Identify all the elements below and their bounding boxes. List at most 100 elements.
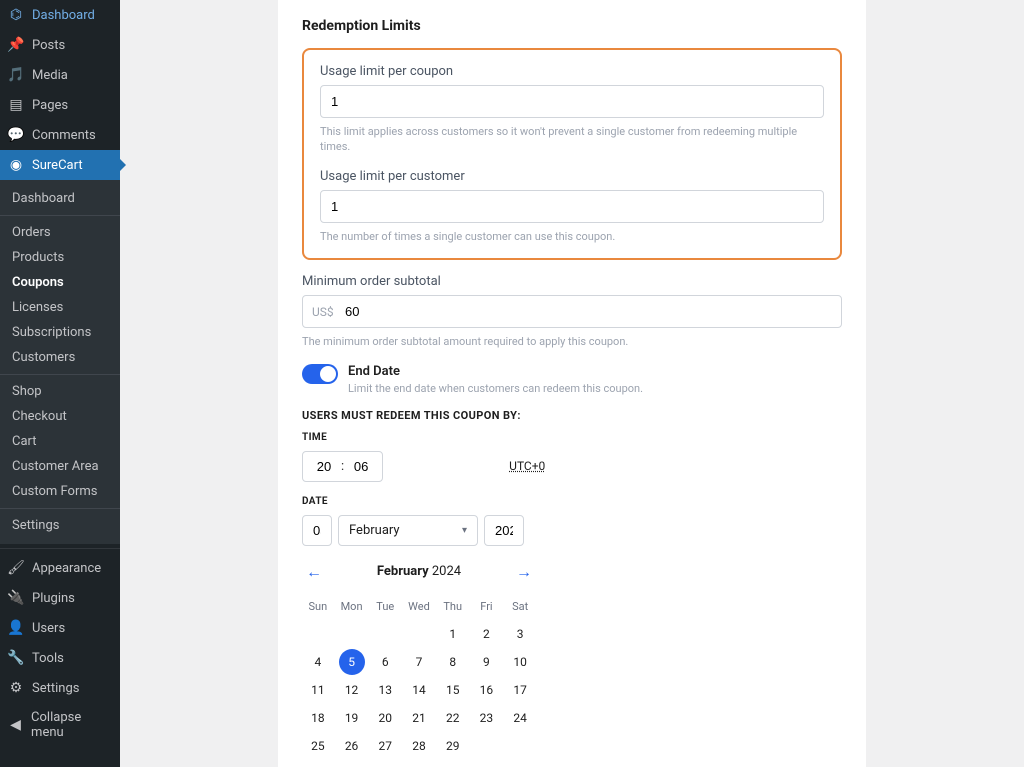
comment-icon: 💬: [8, 127, 24, 143]
sidebar-item-settings[interactable]: ⚙Settings: [0, 673, 120, 703]
sidebar-item-tools[interactable]: 🔧 Tools: [0, 643, 120, 673]
sidebar-item-label: Tools: [32, 651, 64, 666]
media-icon: 🎵: [8, 67, 24, 83]
usage-customer-input[interactable]: [320, 190, 824, 223]
calendar-day[interactable]: 14: [406, 677, 432, 703]
admin-sidebar: ⌬Dashboard 📌 Posts 🎵Media▤Pages 💬 Comments ◉Su…: [0, 0, 120, 767]
submenu-item-customers[interactable]: Customers: [0, 345, 120, 370]
calendar-dow: Thu: [437, 594, 469, 619]
surecart-submenu: Dashboard OrdersProductsCouponsLicensesSu…: [0, 180, 120, 544]
calendar-dow: Mon: [336, 594, 368, 619]
submenu-item-subscriptions[interactable]: Subscriptions: [0, 320, 120, 345]
date-year-input[interactable]: [484, 515, 524, 546]
brush-icon: 🖌: [8, 560, 24, 576]
time-input-box: :: [302, 451, 383, 482]
calendar-day[interactable]: 28: [406, 733, 432, 759]
calendar-day[interactable]: 10: [507, 649, 533, 675]
sidebar-item-plugins[interactable]: 🔌Plugins: [0, 583, 120, 613]
calendar-day[interactable]: 17: [507, 677, 533, 703]
calendar-day[interactable]: 8: [440, 649, 466, 675]
sidebar-item-dashboard[interactable]: ⌬Dashboard: [0, 0, 120, 30]
sidebar-item-appearance[interactable]: 🖌 Appearance: [0, 553, 120, 583]
calendar-day[interactable]: 21: [406, 705, 432, 731]
calendar-dow: Tue: [369, 594, 401, 619]
submenu-item-shop[interactable]: Shop: [0, 379, 120, 404]
calendar-title: February 2024: [377, 564, 461, 579]
sidebar-item-pages[interactable]: ▤Pages: [0, 90, 120, 120]
submenu-item-orders[interactable]: Orders: [0, 220, 120, 245]
sidebar-item-collapse-menu[interactable]: ◀Collapse menu: [0, 703, 120, 747]
sidebar-item-label: Dashboard: [32, 8, 95, 23]
calendar-day[interactable]: 13: [372, 677, 398, 703]
card-title: Redemption Limits: [302, 18, 842, 34]
submenu-item-customer-area[interactable]: Customer Area: [0, 454, 120, 479]
main-content: Redemption Limits Usage limit per coupon…: [120, 0, 1024, 767]
calendar-dow: Sun: [302, 594, 334, 619]
sidebar-item-comments[interactable]: 💬 Comments: [0, 120, 120, 150]
submenu-item-settings[interactable]: Settings: [0, 513, 120, 538]
sidebar-item-media[interactable]: 🎵Media: [0, 60, 120, 90]
calendar-day[interactable]: 20: [372, 705, 398, 731]
wrench-icon: 🔧: [8, 650, 24, 666]
calendar-day[interactable]: 18: [305, 705, 331, 731]
redemption-limits-card: Redemption Limits Usage limit per coupon…: [278, 0, 866, 767]
calendar: ← February 2024 → SunMonTueWedThuFriSat1…: [302, 562, 536, 759]
calendar-day[interactable]: 4: [305, 649, 331, 675]
submenu-item-coupons[interactable]: Coupons: [0, 270, 120, 295]
usage-limits-highlight: Usage limit per coupon This limit applie…: [302, 48, 842, 260]
calendar-next-icon[interactable]: →: [516, 562, 532, 582]
calendar-day[interactable]: 15: [440, 677, 466, 703]
calendar-prev-icon[interactable]: ←: [306, 562, 322, 582]
sidebar-item-label: Pages: [32, 98, 68, 113]
calendar-day[interactable]: 22: [440, 705, 466, 731]
calendar-day[interactable]: 25: [305, 733, 331, 759]
calendar-day[interactable]: 12: [339, 677, 365, 703]
currency-prefix: US$: [312, 305, 334, 319]
calendar-day[interactable]: 16: [473, 677, 499, 703]
time-minute-input[interactable]: [350, 459, 372, 474]
date-month-select[interactable]: February ▾: [338, 515, 478, 546]
calendar-day[interactable]: 27: [372, 733, 398, 759]
calendar-day[interactable]: 3: [507, 621, 533, 647]
calendar-day[interactable]: 19: [339, 705, 365, 731]
end-date-toggle[interactable]: [302, 364, 338, 384]
end-date-help: Limit the end date when customers can re…: [348, 382, 643, 395]
sidebar-item-label: Users: [32, 621, 65, 636]
submenu-item-licenses[interactable]: Licenses: [0, 295, 120, 320]
submenu-item-products[interactable]: Products: [0, 245, 120, 270]
timezone-link[interactable]: UTC+0: [509, 459, 545, 473]
sidebar-item-posts[interactable]: 📌 Posts: [0, 30, 120, 60]
submenu-item-cart[interactable]: Cart: [0, 429, 120, 454]
usage-coupon-input[interactable]: [320, 85, 824, 118]
date-day-input[interactable]: [302, 515, 332, 546]
pin-icon: 📌: [8, 37, 24, 53]
chevron-down-icon: ▾: [462, 525, 467, 536]
submenu-item-custom-forms[interactable]: Custom Forms: [0, 479, 120, 504]
sidebar-item-users[interactable]: 👤 Users: [0, 613, 120, 643]
calendar-day[interactable]: 23: [473, 705, 499, 731]
sidebar-item-label: Posts: [32, 38, 65, 53]
usage-customer-label: Usage limit per customer: [320, 169, 824, 184]
submenu-item-dashboard[interactable]: Dashboard: [0, 186, 120, 211]
sidebar-item-label: Collapse menu: [31, 710, 112, 740]
submenu-item-checkout[interactable]: Checkout: [0, 404, 120, 429]
sidebar-item-label: Appearance: [32, 561, 101, 576]
calendar-day[interactable]: 1: [440, 621, 466, 647]
sidebar-item-label: Comments: [32, 128, 96, 143]
calendar-day[interactable]: 11: [305, 677, 331, 703]
calendar-day[interactable]: 26: [339, 733, 365, 759]
redeem-by-label: USERS MUST REDEEM THIS COUPON BY:: [302, 409, 842, 422]
time-hour-input[interactable]: [313, 459, 335, 474]
calendar-day[interactable]: 2: [473, 621, 499, 647]
min-order-input[interactable]: [302, 295, 842, 328]
calendar-day[interactable]: 6: [372, 649, 398, 675]
calendar-day[interactable]: 24: [507, 705, 533, 731]
calendar-day[interactable]: 29: [440, 733, 466, 759]
usage-customer-help: The number of times a single customer ca…: [320, 229, 824, 244]
sidebar-item-surecart[interactable]: ◉SureCart: [0, 150, 120, 180]
calendar-day[interactable]: 7: [406, 649, 432, 675]
user-icon: 👤: [8, 620, 24, 636]
calendar-day[interactable]: 5: [339, 649, 365, 675]
sliders-icon: ⚙: [8, 680, 24, 696]
calendar-day[interactable]: 9: [473, 649, 499, 675]
